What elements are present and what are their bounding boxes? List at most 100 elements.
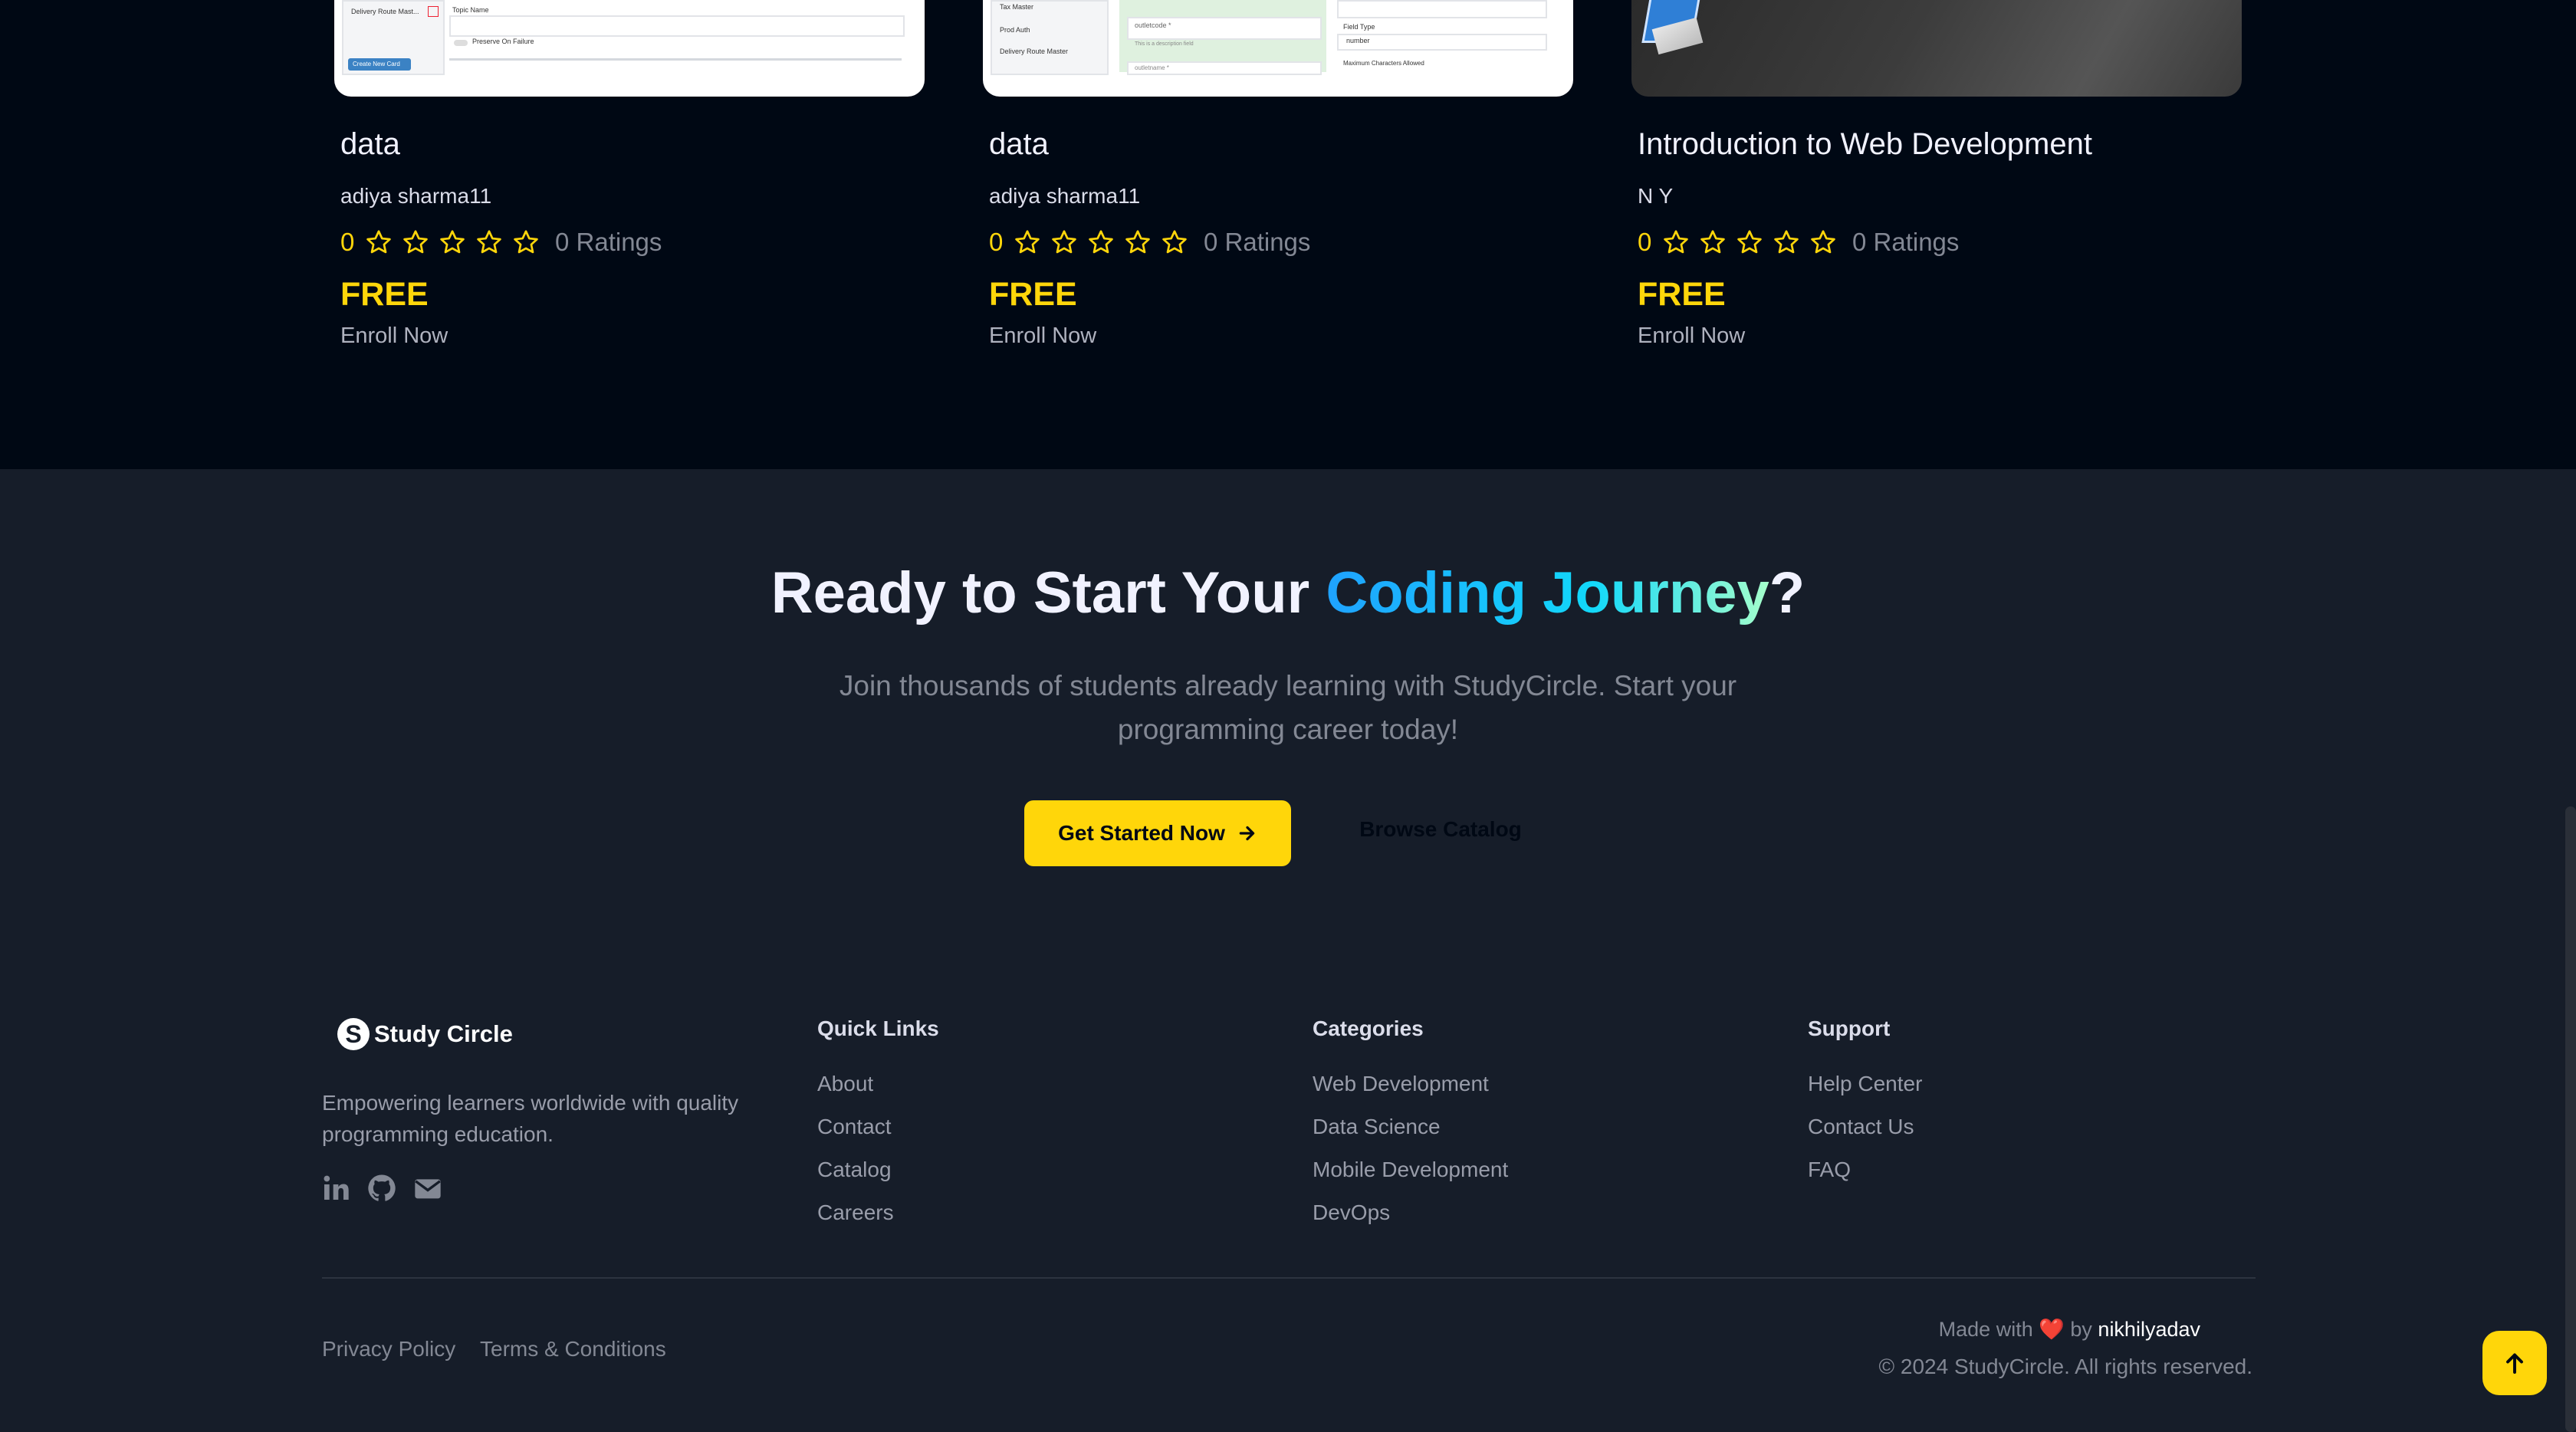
cta-title-highlight: Coding Journey: [1326, 560, 1769, 626]
rating-stars: [1662, 228, 1846, 256]
mail-icon[interactable]: [412, 1173, 443, 1204]
courses-section: Delivery Route Mast... Topic Name Preser…: [0, 0, 2576, 469]
thumb-field: [449, 15, 905, 37]
star-outline-icon: [1774, 230, 1799, 254]
course-title[interactable]: data: [340, 127, 400, 162]
scroll-to-top-button[interactable]: [2482, 1331, 2547, 1395]
star-outline-icon: [1052, 230, 1076, 254]
browse-catalog-button[interactable]: Browse Catalog: [1334, 817, 1547, 842]
get-started-button[interactable]: Get Started Now: [1024, 800, 1291, 866]
thumb-text: Field Type: [1343, 23, 1375, 31]
footer-link-data-science[interactable]: Data Science: [1313, 1115, 1441, 1139]
star-outline-icon: [1737, 230, 1762, 254]
footer-divider: [322, 1277, 2256, 1279]
star-outline-icon: [1162, 230, 1187, 254]
enroll-link[interactable]: Enroll Now: [340, 324, 448, 349]
course-thumbnail[interactable]: [1631, 0, 2242, 97]
scrollbar[interactable]: [2565, 806, 2576, 1432]
footer-link-catalog[interactable]: Catalog: [817, 1158, 892, 1182]
privacy-policy-link[interactable]: Privacy Policy: [322, 1337, 455, 1361]
thumb-text: This is a description field: [1135, 41, 1194, 47]
course-thumbnail[interactable]: Tax Master Prod Auth Delivery Route Mast…: [983, 0, 1573, 97]
course-price: FREE: [340, 276, 429, 313]
thumb-text: Topic Name: [452, 6, 489, 14]
support-heading: Support: [1808, 1017, 1891, 1040]
enroll-link[interactable]: Enroll Now: [989, 324, 1096, 349]
star-outline-icon: [403, 230, 428, 254]
thumb-text: outletname *: [1135, 64, 1169, 71]
star-outline-icon: [1125, 230, 1150, 254]
course-author: adiya sharma11: [989, 184, 1141, 208]
course-price: FREE: [989, 276, 1077, 313]
brand-name: Study Circle: [374, 1020, 513, 1047]
course-title[interactable]: Introduction to Web Development: [1638, 127, 2092, 162]
footer-tagline: Empowering learners worldwide with quali…: [322, 1091, 739, 1146]
star-outline-icon: [366, 230, 391, 254]
linkedin-icon[interactable]: [320, 1173, 351, 1204]
course-author: N Y: [1638, 184, 1674, 208]
thumb-text: Prod Auth: [1000, 26, 1030, 34]
rating-count: 0 Ratings: [555, 228, 662, 256]
logo-mark: S: [337, 1018, 370, 1050]
rating-stars: [1014, 228, 1198, 256]
footer-link-web-development[interactable]: Web Development: [1313, 1072, 1489, 1096]
cta-title-suffix: ?: [1769, 560, 1806, 626]
thumb-text: Create New Card: [353, 61, 400, 67]
made-with-credit: Made with ❤️ by nikhilyadav: [1939, 1317, 2200, 1342]
heart-icon: ❤️: [2039, 1318, 2065, 1341]
toggle-icon: [454, 40, 468, 46]
categories-heading: Categories: [1313, 1017, 1424, 1040]
footer-link-faq[interactable]: FAQ: [1808, 1158, 1851, 1182]
cta-title-prefix: Ready to Start Your: [770, 560, 1326, 626]
thumb-text: Delivery Route Mast...: [351, 8, 419, 15]
terms-link[interactable]: Terms & Conditions: [480, 1337, 666, 1361]
copyright: © 2024 StudyCircle. All rights reserved.: [1878, 1355, 2252, 1378]
footer-link-contact[interactable]: Contact: [817, 1115, 892, 1139]
footer-link-devops[interactable]: DevOps: [1313, 1200, 1390, 1225]
rating-value: 0: [989, 228, 1004, 256]
footer-link-careers[interactable]: Careers: [817, 1200, 894, 1225]
cta-title: Ready to Start Your Coding Journey?: [0, 560, 2576, 626]
arrow-up-icon: [2506, 1353, 2523, 1374]
course-title[interactable]: data: [989, 127, 1049, 162]
course-author: adiya sharma11: [340, 184, 492, 208]
course-thumbnail[interactable]: Delivery Route Mast... Topic Name Preser…: [334, 0, 925, 97]
thumb-text: outletcode *: [1135, 21, 1171, 29]
thumb-field: [1337, 0, 1547, 18]
get-started-label: Get Started Now: [1058, 821, 1225, 845]
rating-count: 0 Ratings: [1204, 228, 1311, 256]
star-outline-icon: [1089, 230, 1113, 254]
enroll-link[interactable]: Enroll Now: [1638, 324, 1745, 349]
thumb-line: [449, 58, 902, 61]
made-with-text: Made with: [1938, 1318, 2033, 1341]
thumb-sidebar: [991, 0, 1109, 75]
star-outline-icon: [477, 230, 501, 254]
quick-links-heading: Quick Links: [817, 1017, 939, 1040]
arrow-right-icon: [1239, 826, 1255, 841]
footer-link-help-center[interactable]: Help Center: [1808, 1072, 1922, 1096]
github-icon[interactable]: [366, 1173, 397, 1204]
footer-link-contact-us[interactable]: Contact Us: [1808, 1115, 1914, 1139]
rating-value: 0: [1638, 228, 1652, 256]
rating-stars: [365, 228, 549, 256]
course-rating: 0 0 Ratings: [340, 227, 662, 258]
close-icon: [428, 6, 439, 17]
cta-subtitle: Join thousands of students already learn…: [839, 670, 1737, 745]
thumb-text: Preserve On Failure: [472, 38, 534, 45]
thumb-text: Tax Master: [1000, 3, 1034, 11]
brand-logo[interactable]: S Study Circle: [337, 1018, 513, 1050]
by-text: by: [2070, 1318, 2092, 1341]
course-rating: 0 0 Ratings: [989, 227, 1310, 258]
rating-value: 0: [340, 228, 355, 256]
star-outline-icon: [1811, 230, 1835, 254]
thumb-text: Maximum Characters Allowed: [1343, 60, 1424, 67]
thumb-text: number: [1346, 37, 1370, 44]
course-rating: 0 0 Ratings: [1638, 227, 1959, 258]
footer-link-about[interactable]: About: [817, 1072, 873, 1096]
author-link[interactable]: nikhilyadav: [2098, 1318, 2200, 1341]
star-outline-icon: [1700, 230, 1725, 254]
course-price: FREE: [1638, 276, 1726, 313]
footer-link-mobile-development[interactable]: Mobile Development: [1313, 1158, 1508, 1182]
thumb-text: Delivery Route Master: [1000, 48, 1069, 55]
star-outline-icon: [1015, 230, 1040, 254]
